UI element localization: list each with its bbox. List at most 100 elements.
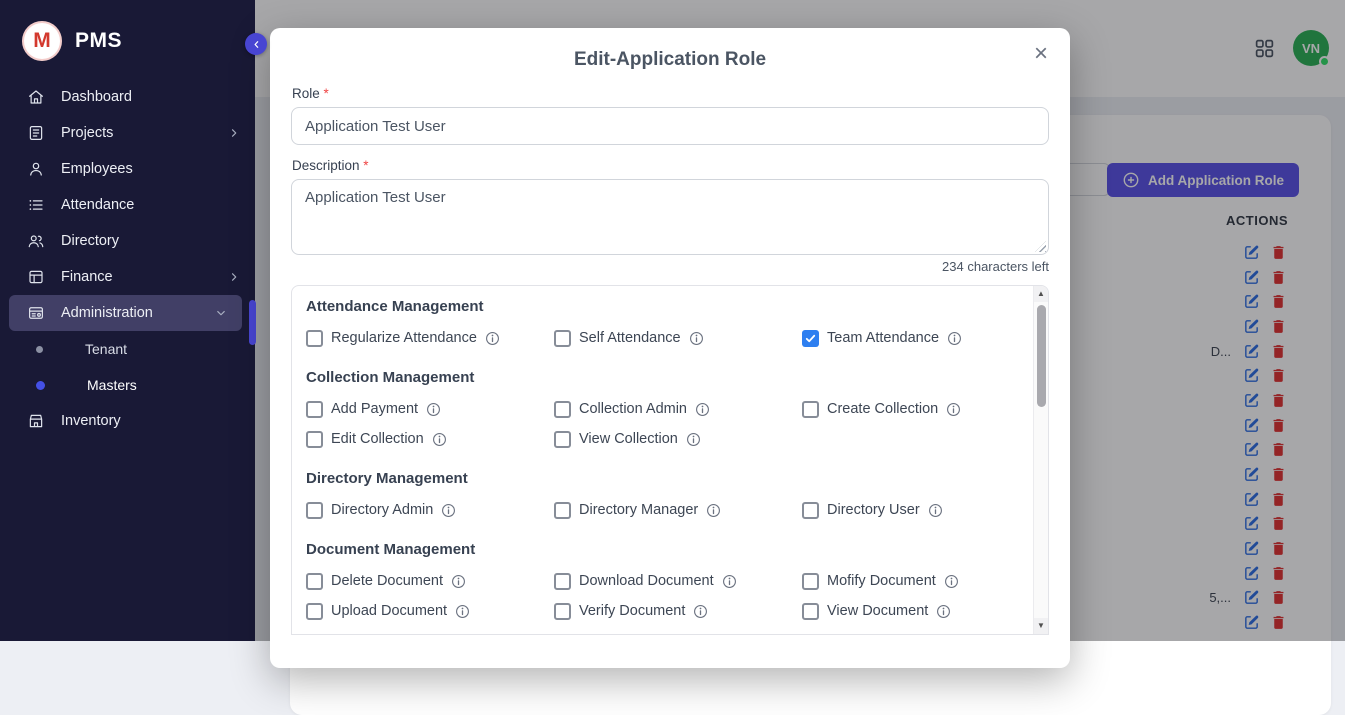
required-asterisk: * [324,86,329,101]
checkbox-icon[interactable] [554,401,571,418]
admin-icon [27,304,45,322]
info-icon[interactable] [928,503,943,518]
permission-label: Delete Document [331,573,443,589]
permission-label: View Collection [579,431,678,447]
scrollbar-thumb[interactable] [1037,305,1046,407]
permission-item-directory-user[interactable]: Directory User [802,501,1027,519]
permission-group-title: Collection Management [306,369,1027,387]
sidebar-subitem-masters[interactable]: Masters [0,367,255,403]
checkbox-icon[interactable] [802,502,819,519]
close-icon[interactable]: × [1028,36,1054,72]
info-icon[interactable] [689,331,704,346]
permission-item-view-collection[interactable]: View Collection [554,430,802,448]
permission-item-verify-document[interactable]: Verify Document [554,602,802,620]
permission-item-create-collection[interactable]: Create Collection [802,400,1027,418]
info-icon[interactable] [426,402,441,417]
sidebar-item-attendance[interactable]: Attendance [0,187,255,223]
checkbox-icon[interactable] [802,603,819,620]
permission-label: Upload Document [331,603,447,619]
app-name: PMS [75,29,122,53]
checkbox-icon[interactable] [306,502,323,519]
info-icon[interactable] [722,574,737,589]
permission-item-upload-document[interactable]: Upload Document [306,602,554,620]
info-icon[interactable] [455,604,470,619]
checkbox-icon[interactable] [306,603,323,620]
sidebar-item-inventory[interactable]: Inventory [0,403,255,439]
permission-item-directory-manager[interactable]: Directory Manager [554,501,802,519]
sidebar-collapse-button[interactable] [245,33,267,55]
sidebar-item-projects[interactable]: Projects [0,115,255,151]
active-nav-indicator [249,300,256,345]
permission-item-directory-admin[interactable]: Directory Admin [306,501,554,519]
permission-item-regularize-attendance[interactable]: Regularize Attendance [306,329,554,347]
info-icon[interactable] [944,574,959,589]
checkbox-icon[interactable] [802,401,819,418]
permission-group: Attendance Management Regularize Attendan… [306,298,1027,347]
info-icon[interactable] [947,331,962,346]
permission-item-view-document[interactable]: View Document [802,602,1027,620]
role-input[interactable] [291,107,1049,145]
modal-title: Edit-Application Role [291,49,1049,71]
checkbox-icon[interactable] [554,603,571,620]
info-icon[interactable] [695,402,710,417]
info-icon[interactable] [706,503,721,518]
chevron-right-icon [227,270,241,284]
sidebar-subitem-tenant[interactable]: Tenant [0,331,255,367]
scroll-down-arrow-icon[interactable]: ▼ [1034,618,1048,634]
permission-label: Directory Admin [331,502,433,518]
permission-item-self-attendance[interactable]: Self Attendance [554,329,802,347]
checkbox-icon[interactable] [554,431,571,448]
checkbox-icon[interactable] [802,573,819,590]
info-icon[interactable] [441,503,456,518]
permission-label: Edit Collection [331,431,424,447]
people-icon [27,232,45,250]
info-icon[interactable] [946,402,961,417]
permission-label: View Document [827,603,928,619]
sidebar-item-finance[interactable]: Finance [0,259,255,295]
sidebar-item-label: Directory [61,233,241,249]
sidebar: M PMS DashboardProjectsEmployeesAttendan… [0,0,255,641]
permission-item-team-attendance[interactable]: Team Attendance [802,329,1027,347]
scroll-up-arrow-icon[interactable]: ▲ [1034,286,1048,302]
checkbox-icon[interactable] [802,330,819,347]
permission-label: Regularize Attendance [331,330,477,346]
checkbox-icon[interactable] [306,330,323,347]
permission-group: Document ManagementDelete DocumentDownlo… [306,541,1027,620]
permission-label: Add Payment [331,401,418,417]
checkbox-icon[interactable] [554,502,571,519]
sidebar-item-directory[interactable]: Directory [0,223,255,259]
permission-item-collection-admin[interactable]: Collection Admin [554,400,802,418]
checkbox-icon[interactable] [554,330,571,347]
info-icon[interactable] [686,432,701,447]
checkbox-icon[interactable] [306,431,323,448]
checkbox-icon[interactable] [554,573,571,590]
sidebar-item-administration[interactable]: Administration [9,295,242,331]
permission-label: Download Document [579,573,714,589]
permission-group-title: Attendance Management [306,298,1027,316]
permission-label: Verify Document [579,603,685,619]
sidebar-item-employees[interactable]: Employees [0,151,255,187]
permissions-scrollbar[interactable]: ▲ ▼ [1033,286,1048,634]
sidebar-subitem-label: Tenant [85,341,127,357]
permission-item-edit-collection[interactable]: Edit Collection [306,430,554,448]
bullet-icon [36,346,43,353]
sidebar-item-label: Finance [61,269,211,285]
permission-item-delete-document[interactable]: Delete Document [306,572,554,590]
sidebar-nav: Dashboard ProjectsEmployeesAttendance Dire… [0,79,255,439]
info-icon[interactable] [485,331,500,346]
info-icon[interactable] [432,432,447,447]
permission-item-download-document[interactable]: Download Document [554,572,802,590]
sidebar-item-dashboard[interactable]: Dashboard [0,79,255,115]
description-textarea[interactable]: Application Test User [291,179,1049,255]
checkbox-icon[interactable] [306,573,323,590]
info-icon[interactable] [693,604,708,619]
permission-item-mofify-document[interactable]: Mofify Document [802,572,1027,590]
sidebar-item-label: Dashboard [61,89,241,105]
home-icon [27,88,45,106]
edit-application-role-modal: Edit-Application Role × Role * Descripti… [270,28,1070,668]
checkbox-icon[interactable] [306,401,323,418]
store-icon [27,412,45,430]
permission-item-add-payment[interactable]: Add Payment [306,400,554,418]
info-icon[interactable] [936,604,951,619]
info-icon[interactable] [451,574,466,589]
